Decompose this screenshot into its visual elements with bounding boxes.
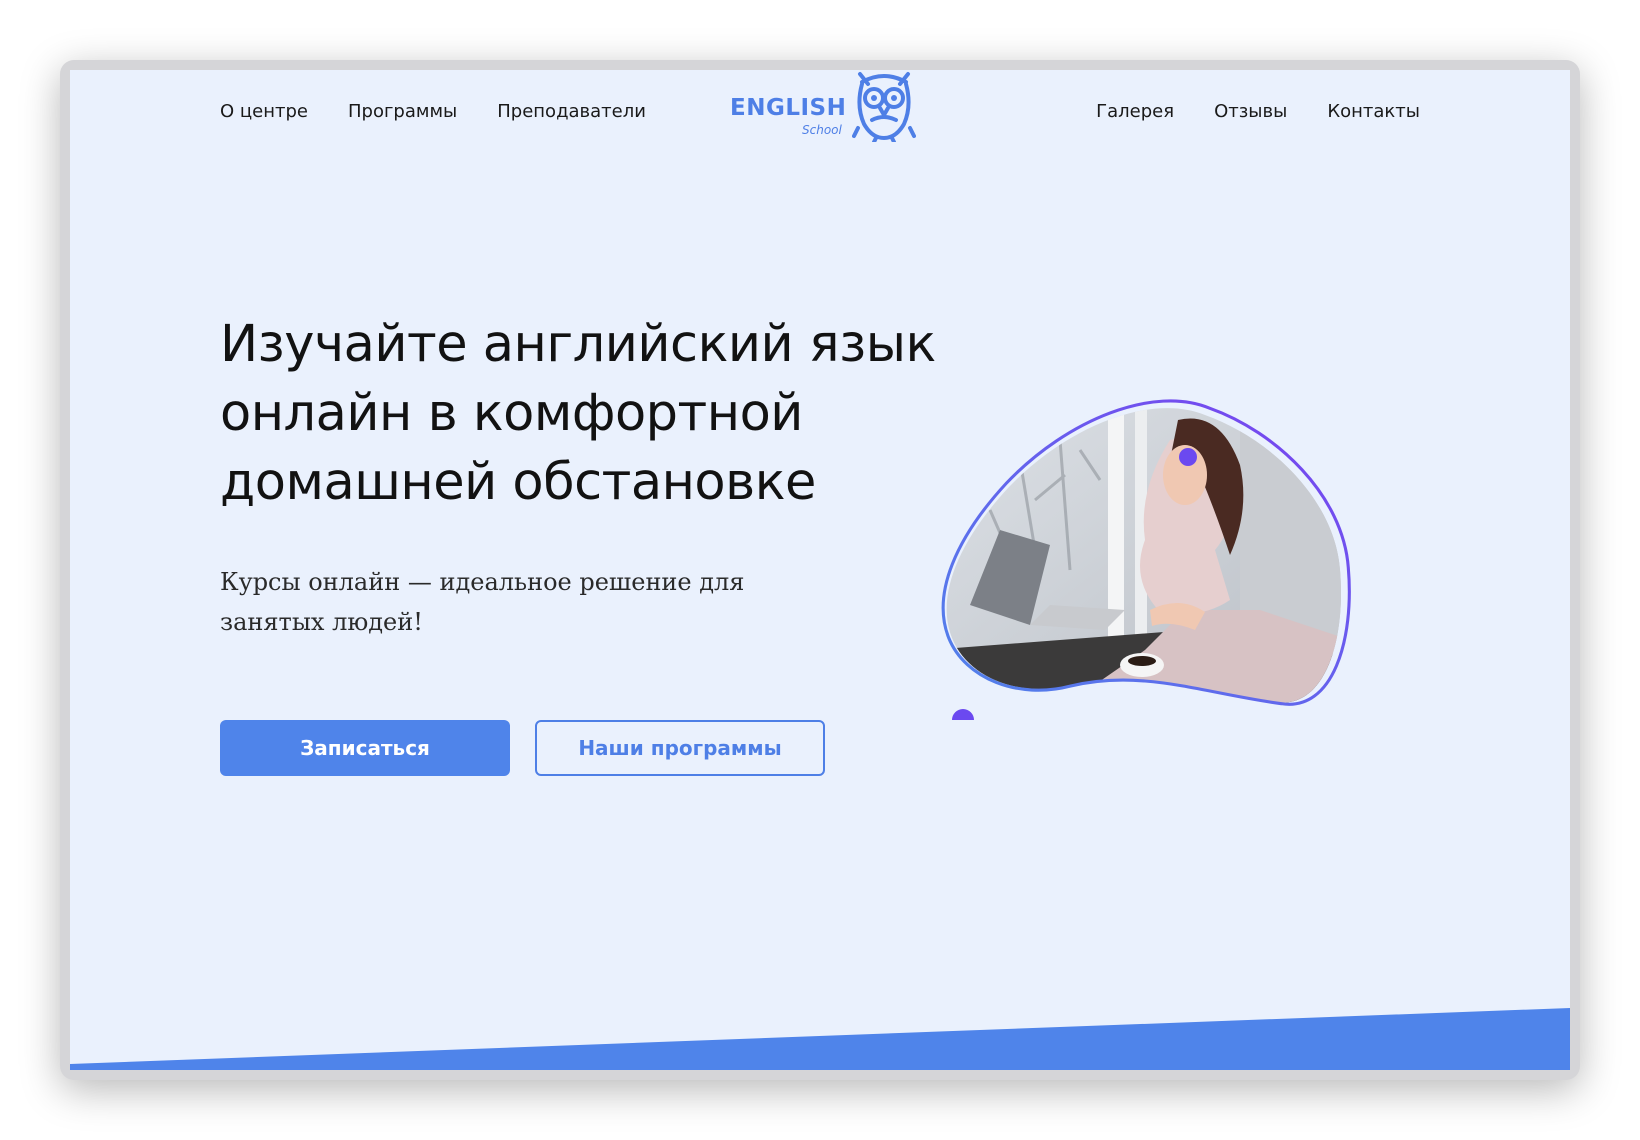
nav-item-teachers[interactable]: Преподаватели	[497, 97, 646, 127]
nav-item-gallery[interactable]: Галерея	[1096, 97, 1174, 127]
decor-dot-left	[952, 709, 974, 720]
logo-word: ENGLISH	[730, 95, 847, 121]
nav-right: Галерея Отзывы Контакты	[1096, 97, 1420, 127]
nav-item-contacts[interactable]: Контакты	[1327, 97, 1420, 127]
woman-at-laptop-photo	[946, 408, 1341, 703]
owl-icon	[852, 72, 916, 142]
browser-frame: О центре Программы Преподаватели ENGLISH…	[60, 60, 1580, 1080]
decor-dot-top	[1179, 448, 1197, 466]
nav-item-about[interactable]: О центре	[220, 97, 308, 127]
nav-item-reviews[interactable]: Отзывы	[1214, 97, 1287, 127]
nav-left: О центре Программы Преподаватели	[220, 97, 646, 127]
logo[interactable]: ENGLISH School	[730, 70, 920, 150]
nav-item-programs[interactable]: Программы	[348, 97, 457, 127]
signup-button[interactable]: Записаться	[220, 720, 510, 776]
hero-illustration	[941, 399, 1351, 720]
hero-subtitle: Курсы онлайн — идеальное решение для зан…	[220, 568, 745, 636]
landing-page: О центре Программы Преподаватели ENGLISH…	[70, 70, 1570, 1070]
our-programs-button[interactable]: Наши программы	[535, 720, 825, 776]
logo-sub: School	[802, 123, 842, 137]
bottom-band	[70, 1008, 1570, 1070]
hero-headline: Изучайте английский язык онлайн в комфор…	[220, 315, 936, 512]
